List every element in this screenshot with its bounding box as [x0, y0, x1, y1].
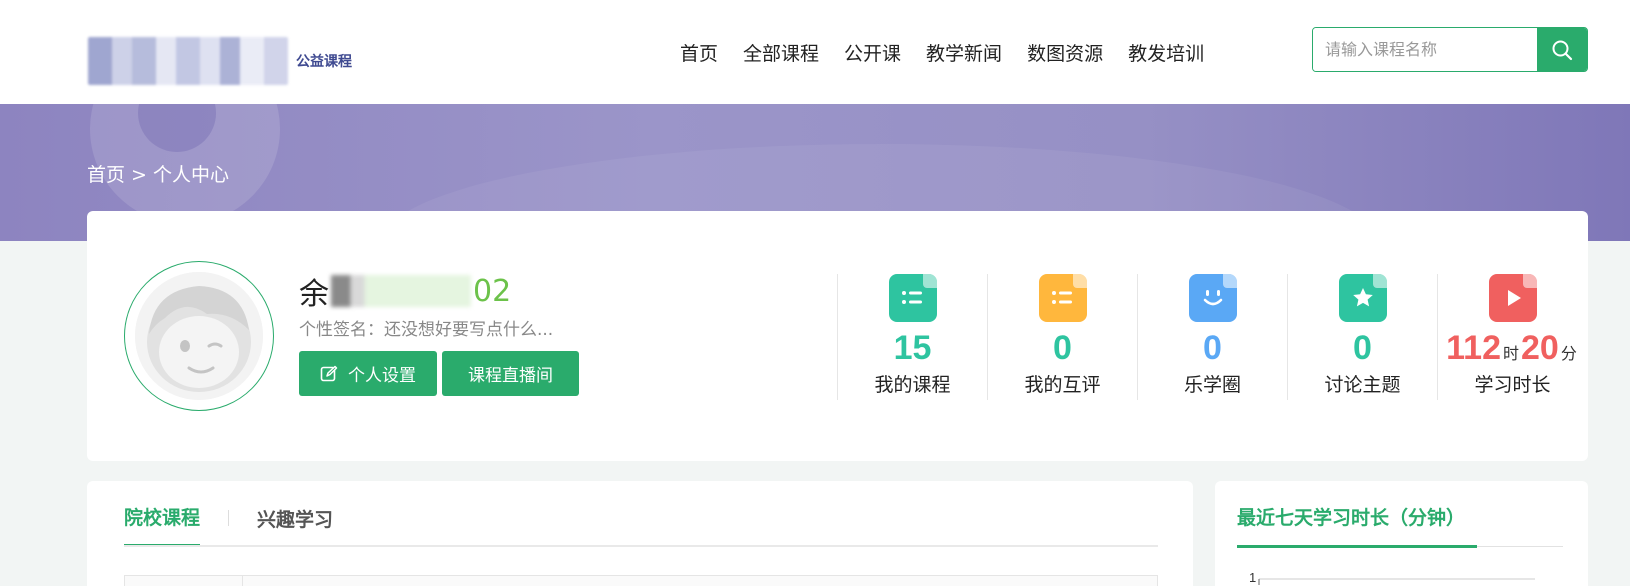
smile-doc-icon: [1188, 274, 1237, 322]
user-name: 余 02: [299, 269, 511, 313]
tab-interest-learning[interactable]: 兴趣学习: [257, 505, 333, 546]
stat-label: 讨论主题: [1324, 374, 1401, 396]
stat-value: 15: [893, 329, 932, 367]
profile-card: 余 02 个性签名：还没想好要写点什么... 个人设置 课程直播间 15 我的课…: [87, 211, 1588, 461]
stat-value: 0: [1353, 329, 1372, 367]
edit-icon: [320, 365, 338, 381]
nav-all-courses[interactable]: 全部课程: [743, 39, 819, 66]
stat-value: 0: [1053, 329, 1072, 367]
breadcrumb[interactable]: 首页 > 个人中心: [87, 160, 229, 187]
user-name-prefix: 余: [299, 277, 329, 312]
nav-teacher-training[interactable]: 教发培训: [1128, 39, 1204, 66]
stat-study-time[interactable]: 112 时 20 分 学习时长: [1437, 274, 1587, 400]
study-hours: 112: [1446, 329, 1501, 367]
hour-unit: 时: [1503, 346, 1520, 363]
tabs-divider: [124, 545, 1158, 547]
course-panel: 院校课程 兴趣学习: [87, 481, 1193, 586]
y-tick-label: 1: [1249, 570, 1256, 585]
minute-unit: 分: [1560, 346, 1577, 363]
logo-image: [88, 37, 288, 85]
chart-title: 最近七天学习时长（分钟）: [1237, 507, 1466, 529]
default-avatar-icon: [135, 272, 263, 400]
study-chart-panel: 最近七天学习时长（分钟） 1: [1215, 481, 1588, 586]
logo-text: 公益课程: [296, 53, 352, 69]
search-button[interactable]: [1537, 28, 1587, 71]
stat-my-courses[interactable]: 15 我的课程: [837, 274, 987, 400]
user-signature: 个性签名：还没想好要写点什么...: [299, 320, 554, 340]
search-icon: [1552, 40, 1573, 60]
nav-digital-library[interactable]: 数图资源: [1027, 39, 1103, 66]
stat-value: 0: [1203, 329, 1222, 367]
list-doc-icon: [888, 274, 937, 322]
search-input[interactable]: [1313, 28, 1537, 71]
nav-home[interactable]: 首页: [680, 39, 718, 66]
course-tabs: 院校课程 兴趣学习: [124, 503, 333, 547]
stat-my-reviews[interactable]: 0 我的互评: [987, 274, 1137, 400]
stat-discussion-topics[interactable]: 0 讨论主题: [1287, 274, 1437, 400]
user-name-suffix: 02: [473, 273, 512, 309]
avatar-ring: [124, 261, 274, 411]
nav-teaching-news[interactable]: 教学新闻: [926, 39, 1002, 66]
site-header: 公益课程 首页 全部课程 公开课 教学新闻 数图资源 教发培训: [0, 0, 1630, 104]
course-search: [1312, 27, 1588, 72]
stat-learning-circle[interactable]: 0 乐学圈: [1137, 274, 1287, 400]
tab-divider: [228, 510, 230, 526]
study-time-value: 112 时 20 分: [1446, 328, 1579, 368]
name-redaction: [331, 275, 471, 307]
stats-row: 15 我的课程 0 我的互评 0 乐学圈 0 讨论主题 112 时 20 分 学…: [837, 274, 1587, 400]
stat-label: 学习时长: [1474, 374, 1551, 396]
main-nav: 首页 全部课程 公开课 教学新闻 数图资源 教发培训: [680, 0, 1229, 104]
star-doc-icon: [1338, 274, 1387, 322]
tab-school-courses[interactable]: 院校课程: [124, 503, 201, 547]
list-doc-icon: [1038, 274, 1087, 322]
stat-label: 我的互评: [1024, 374, 1101, 396]
course-table: [124, 575, 1158, 586]
personal-settings-label: 个人设置: [348, 366, 416, 386]
study-minutes: 20: [1521, 329, 1559, 367]
study-chart: 1: [1249, 570, 1535, 585]
avatar[interactable]: [135, 272, 263, 400]
profile-actions: 个人设置 课程直播间: [299, 351, 579, 396]
chart-title-underline: [1237, 545, 1477, 548]
stat-label: 乐学圈: [1183, 374, 1241, 396]
live-room-button[interactable]: 课程直播间: [442, 351, 579, 396]
stat-label: 我的课程: [874, 374, 951, 396]
personal-settings-button[interactable]: 个人设置: [299, 351, 437, 396]
site-logo[interactable]: 公益课程: [88, 36, 358, 86]
play-doc-icon: [1488, 274, 1537, 322]
table-cell: [125, 576, 243, 586]
nav-open-courses[interactable]: 公开课: [844, 39, 901, 66]
